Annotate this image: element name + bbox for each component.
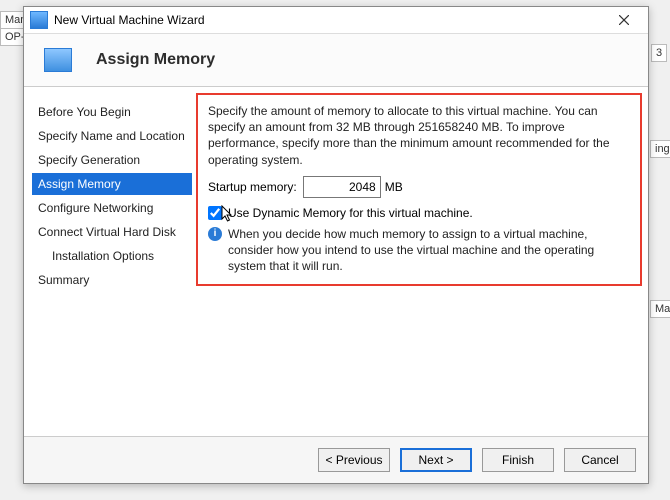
startup-memory-label: Startup memory:: [208, 180, 297, 194]
previous-button[interactable]: < Previous: [318, 448, 390, 472]
next-button[interactable]: Next >: [400, 448, 472, 472]
wizard-steps-sidebar: Before You BeginSpecify Name and Locatio…: [24, 87, 192, 436]
app-icon: [30, 11, 48, 29]
wizard-step[interactable]: Assign Memory: [32, 173, 192, 195]
wizard-step[interactable]: Summary: [32, 269, 192, 291]
dynamic-memory-row: Use Dynamic Memory for this virtual mach…: [208, 206, 630, 220]
page-title: Assign Memory: [96, 51, 215, 69]
description-text: Specify the amount of memory to allocate…: [208, 103, 630, 168]
startup-memory-input[interactable]: [303, 176, 381, 198]
memory-icon: [44, 48, 72, 72]
close-button[interactable]: [604, 9, 644, 31]
wizard-header: Assign Memory: [24, 34, 648, 87]
title-bar: New Virtual Machine Wizard: [24, 7, 648, 34]
window-title: New Virtual Machine Wizard: [54, 13, 604, 27]
cancel-button[interactable]: Cancel: [564, 448, 636, 472]
highlighted-region: Specify the amount of memory to allocate…: [196, 93, 642, 286]
bg-text: Man: [650, 300, 670, 318]
bg-text: ings: [650, 140, 670, 158]
info-icon: i: [208, 227, 222, 241]
startup-memory-row: Startup memory: MB: [208, 176, 630, 198]
dynamic-memory-label: Use Dynamic Memory for this virtual mach…: [228, 206, 473, 220]
wizard-step[interactable]: Configure Networking: [32, 197, 192, 219]
finish-button[interactable]: Finish: [482, 448, 554, 472]
wizard-step[interactable]: Installation Options: [32, 245, 192, 267]
wizard-step[interactable]: Before You Begin: [32, 101, 192, 123]
wizard-step[interactable]: Specify Name and Location: [32, 125, 192, 147]
wizard-footer: < Previous Next > Finish Cancel: [24, 436, 648, 483]
close-icon: [619, 15, 629, 25]
bg-text: 3: [651, 44, 667, 62]
startup-memory-unit: MB: [385, 180, 403, 194]
wizard-step[interactable]: Specify Generation: [32, 149, 192, 171]
info-row: i When you decide how much memory to ass…: [208, 226, 630, 275]
wizard-step[interactable]: Connect Virtual Hard Disk: [32, 221, 192, 243]
dynamic-memory-checkbox[interactable]: [208, 206, 222, 220]
wizard-content-pane: Specify the amount of memory to allocate…: [192, 87, 648, 436]
info-text: When you decide how much memory to assig…: [228, 226, 630, 275]
wizard-window: New Virtual Machine Wizard Assign Memory…: [23, 6, 649, 484]
